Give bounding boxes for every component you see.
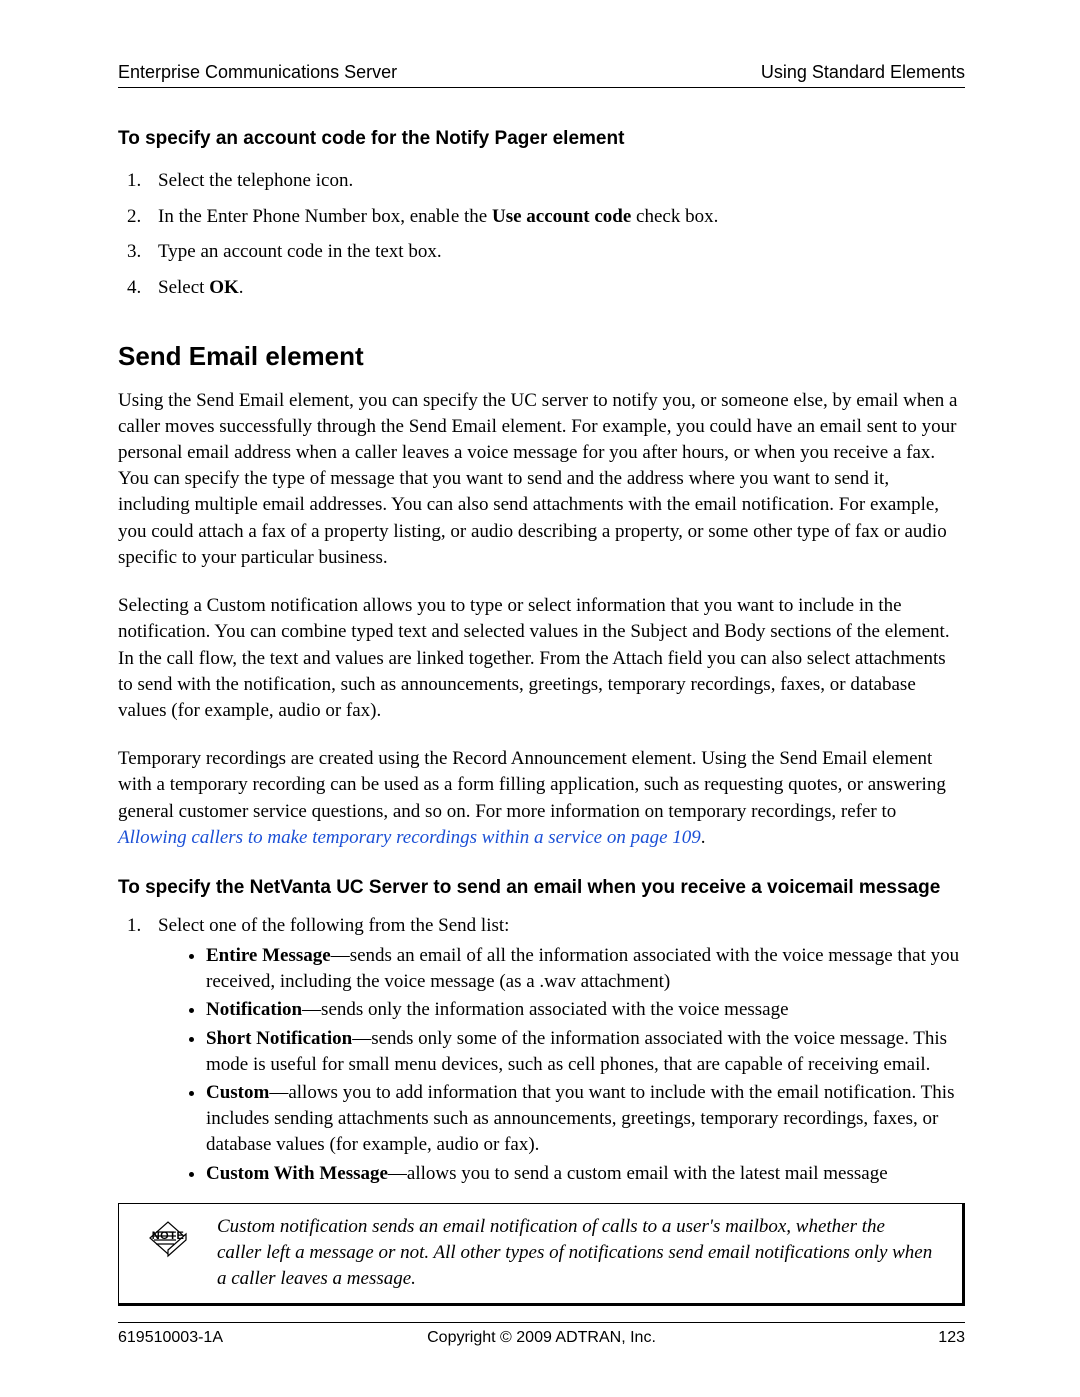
opt-custom: Custom—allows you to add information tha… <box>206 1080 965 1159</box>
para-3-post: . <box>701 827 706 848</box>
header-right: Using Standard Elements <box>761 62 965 83</box>
step-4-bold: OK <box>209 277 239 298</box>
opt-4-text: —allows you to add information that you … <box>206 1082 954 1155</box>
opt-5-bold: Custom With Message <box>206 1163 388 1184</box>
para-1: Using the Send Email element, you can sp… <box>118 388 965 572</box>
step-1-text: Select the telephone icon. <box>158 170 353 191</box>
opt-notification: Notification—sends only the information … <box>206 997 965 1023</box>
step-4-pre: Select <box>158 277 209 298</box>
step-2-pre: In the Enter Phone Number box, enable th… <box>158 206 492 227</box>
page: Enterprise Communications Server Using S… <box>0 0 1080 1397</box>
para-3-pre: Temporary recordings are created using t… <box>118 748 946 821</box>
opt-entire-message: Entire Message—sends an email of all the… <box>206 943 965 995</box>
step-3: Type an account code in the text box. <box>146 239 965 265</box>
xref-temp-recordings[interactable]: Allowing callers to make temporary recor… <box>118 827 701 848</box>
step-2-bold: Use account code <box>492 206 631 227</box>
step-2-post: check box. <box>631 206 718 227</box>
heading-account-code: To specify an account code for the Notif… <box>118 128 965 150</box>
note-box: NOTE Custom notification sends an email … <box>118 1203 965 1306</box>
step-4: Select OK. <box>146 275 965 301</box>
opt-custom-with-message: Custom With Message—allows you to send a… <box>206 1161 965 1187</box>
footer-center: Copyright © 2009 ADTRAN, Inc. <box>118 1329 965 1347</box>
opt-2-text: —sends only the information associated w… <box>302 999 789 1020</box>
heading-send-email: Send Email element <box>118 341 965 372</box>
send-options: Entire Message—sends an email of all the… <box>158 943 965 1187</box>
opt-short-notification: Short Notification—sends only some of th… <box>206 1026 965 1078</box>
opt-5-text: —allows you to send a custom email with … <box>388 1163 888 1184</box>
note-icon: NOTE <box>129 1218 207 1258</box>
para-3: Temporary recordings are created using t… <box>118 746 965 851</box>
page-footer: 619510003-1A Copyright © 2009 ADTRAN, In… <box>118 1322 965 1347</box>
note-text: Custom notification sends an email notif… <box>207 1214 934 1293</box>
steps-send-list: Select one of the following from the Sen… <box>118 913 965 1187</box>
opt-4-bold: Custom <box>206 1082 269 1103</box>
page-header: Enterprise Communications Server Using S… <box>118 62 965 88</box>
para-2: Selecting a Custom notification allows y… <box>118 593 965 724</box>
opt-3-bold: Short Notification <box>206 1028 352 1049</box>
step-4-post: . <box>239 277 244 298</box>
heading-specify-uc: To specify the NetVanta UC Server to sen… <box>118 875 965 901</box>
step-1: Select the telephone icon. <box>146 168 965 194</box>
opt-1-bold: Entire Message <box>206 945 331 966</box>
steps-account-code: Select the telephone icon. In the Enter … <box>118 168 965 301</box>
step-send-1: Select one of the following from the Sen… <box>146 913 965 1187</box>
opt-2-bold: Notification <box>206 999 302 1020</box>
step-send-1-text: Select one of the following from the Sen… <box>158 915 509 936</box>
step-2: In the Enter Phone Number box, enable th… <box>146 204 965 230</box>
header-left: Enterprise Communications Server <box>118 62 397 83</box>
note-label: NOTE <box>129 1230 207 1242</box>
step-3-text: Type an account code in the text box. <box>158 241 442 262</box>
